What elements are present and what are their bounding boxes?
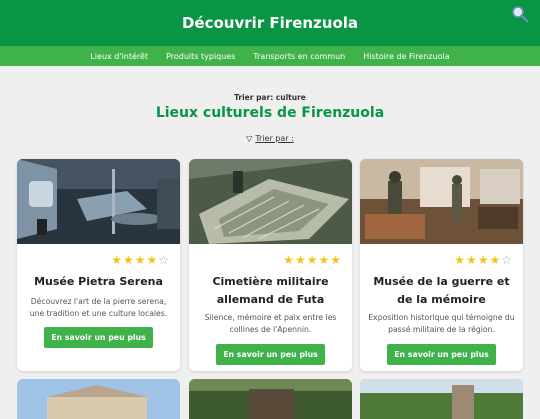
place-photo: [189, 379, 352, 419]
rating-stars: ★★★★★: [283, 253, 342, 267]
nav-item-lieux[interactable]: Lieux d'intérêt: [90, 52, 148, 61]
place-photo: [360, 159, 523, 244]
sort-toggle[interactable]: ▽ Trier par :: [0, 134, 540, 143]
nav-item-transports[interactable]: Transports en commun: [253, 52, 345, 61]
page-title: Lieux culturels de Firenzuola: [155, 105, 385, 121]
place-card-2: ★★★★★ Cimetière militaire allemand de Fu…: [189, 159, 352, 371]
card-description: Silence, mémoire et paix entre les colli…: [204, 313, 337, 334]
search-button[interactable]: [509, 3, 531, 25]
app-title: Découvrir Firenzuola: [181, 14, 359, 32]
place-card-1: ★★★★☆ Musée Pietra Serena Découvrez l'ar…: [17, 159, 180, 371]
place-photo: [360, 379, 523, 419]
place-card-4: [17, 379, 180, 419]
place-card-3: ★★★★☆ Musée de la guerre et de la mémoir…: [360, 159, 523, 371]
card-description: Découvrez l'art de la pierre serena, une…: [29, 297, 168, 318]
card-title: Musée de la guerre et de la mémoire: [373, 275, 510, 306]
nav-item-histoire[interactable]: Histoire de Firenzuola: [363, 52, 449, 61]
rating-stars: ★★★★☆: [111, 253, 170, 267]
learn-more-button[interactable]: En savoir un peu plus: [387, 344, 496, 365]
triangle-down-icon: ▽: [246, 134, 253, 143]
learn-more-button[interactable]: En savoir un peu plus: [216, 344, 325, 365]
learn-more-button[interactable]: En savoir un peu plus: [44, 327, 153, 348]
place-photo: [189, 159, 352, 244]
card-title: Musée Pietra Serena: [34, 275, 163, 288]
place-photo: [17, 159, 180, 244]
place-card-5: [189, 379, 352, 419]
rating-stars: ★★★★☆: [454, 253, 513, 267]
nav-item-produits[interactable]: Produits typiques: [166, 52, 235, 61]
card-description: Exposition historique qui témoigne du pa…: [368, 313, 515, 334]
search-icon: [512, 6, 529, 23]
sort-toggle-label: Trier par :: [255, 134, 294, 143]
place-photo: [17, 379, 180, 419]
place-card-6: [360, 379, 523, 419]
main-nav: Lieux d'intérêt Produits typiques Transp…: [0, 46, 540, 66]
card-title: Cimetière militaire allemand de Futa: [212, 275, 329, 306]
sort-caption: Trier par: culture: [234, 93, 306, 102]
